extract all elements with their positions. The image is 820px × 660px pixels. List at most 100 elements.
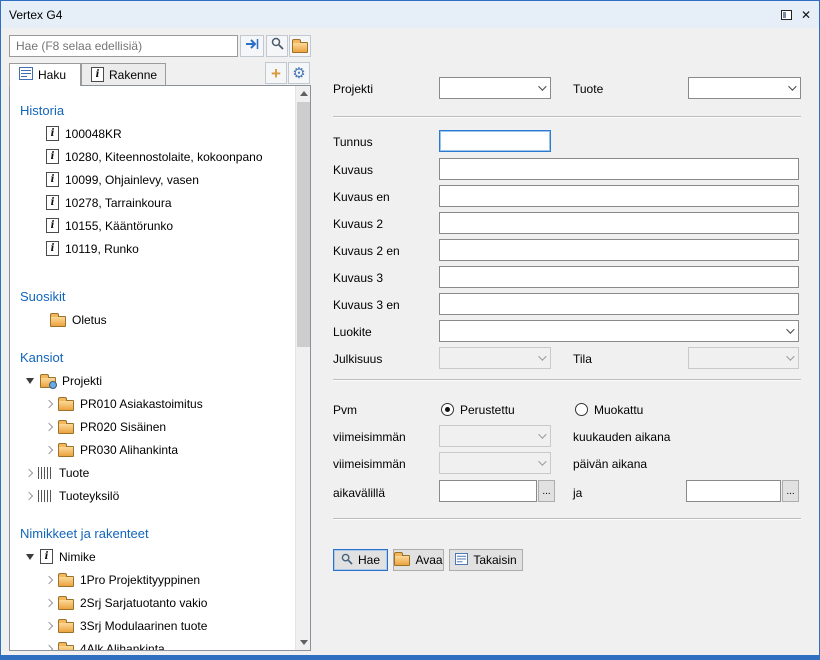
tree-item-projekti[interactable]: Projekti <box>10 369 295 392</box>
aikavalilla-start-browse-button[interactable]: ... <box>538 480 555 502</box>
dock-window-icon[interactable] <box>781 10 792 20</box>
projekti-combo[interactable] <box>439 77 551 99</box>
tree-item-history-2[interactable]: i 10099, Ohjainlevy, vasen <box>10 168 295 191</box>
tree-item-history-1[interactable]: i 10280, Kiteennostolaite, kokoonpano <box>10 145 295 168</box>
tree-item-2srj[interactable]: 2Srj Sarjatuotanto vakio <box>10 591 295 614</box>
scroll-down-arrow[interactable] <box>296 635 311 650</box>
aikavalilla-end-input[interactable] <box>686 480 781 502</box>
chevron-down-icon <box>538 82 546 90</box>
ja-label: ja <box>573 486 582 500</box>
tree-item-label: 1Pro Projektityyppinen <box>80 573 200 587</box>
chevron-down-icon <box>786 352 794 360</box>
expanded-arrow-icon[interactable] <box>26 554 34 560</box>
tila-combo[interactable] <box>688 347 799 369</box>
tree-item-4alk[interactable]: 4Alk Alihankinta <box>10 637 295 650</box>
tree-item-label: 10119, Runko <box>65 242 139 256</box>
folder-icon <box>58 423 74 434</box>
folder-icon <box>58 400 74 411</box>
tree-item-label: 2Srj Sarjatuotanto vakio <box>80 596 207 610</box>
collapsed-chevron-icon[interactable] <box>45 621 53 629</box>
go-arrow-icon <box>245 37 259 55</box>
list-form-icon <box>19 67 33 83</box>
collapsed-chevron-icon[interactable] <box>25 468 33 476</box>
tree-item-history-4[interactable]: i 10155, Kääntörunko <box>10 214 295 237</box>
search-input[interactable] <box>9 35 238 57</box>
folder-icon <box>58 622 74 633</box>
takaisin-button[interactable]: Takaisin <box>449 549 523 571</box>
collapsed-chevron-icon[interactable] <box>45 598 53 606</box>
close-icon[interactable]: ✕ <box>801 9 811 21</box>
tree-scrollbar[interactable] <box>295 86 310 650</box>
open-folder-button[interactable] <box>289 35 311 57</box>
tuote-combo[interactable] <box>688 77 801 99</box>
chevron-down-icon <box>538 352 546 360</box>
plus-icon: + <box>271 65 281 82</box>
viimeisimman-kuukausi-combo[interactable] <box>439 425 551 447</box>
folder-icon <box>394 555 410 566</box>
hae-button[interactable]: Hae <box>333 549 388 571</box>
barcode-icon <box>38 467 53 479</box>
title-bar-buttons: ✕ <box>781 9 811 21</box>
search-go-button[interactable] <box>240 35 264 57</box>
scroll-up-arrow[interactable] <box>296 86 311 101</box>
search-magnifier-button[interactable] <box>266 35 288 57</box>
chevron-down-icon <box>786 325 794 333</box>
tree-item-pr020[interactable]: PR020 Sisäinen <box>10 415 295 438</box>
tab-rakenne[interactable]: i Rakenne <box>81 63 166 86</box>
folder-icon <box>58 576 74 587</box>
kuvaus2-input[interactable] <box>439 212 799 234</box>
collapsed-chevron-icon[interactable] <box>45 399 53 407</box>
tila-label: Tila <box>573 352 592 366</box>
kuvaus-en-input[interactable] <box>439 185 799 207</box>
tab-haku[interactable]: Haku <box>9 63 81 86</box>
navigation-tree-panel: Historia i 100048KR i 10280, Kiteennosto… <box>9 85 311 651</box>
tree-item-history-0[interactable]: i 100048KR <box>10 122 295 145</box>
tree-item-3srj[interactable]: 3Srj Modulaarinen tuote <box>10 614 295 637</box>
collapsed-chevron-icon[interactable] <box>45 422 53 430</box>
tree-item-tuote[interactable]: Tuote <box>10 461 295 484</box>
collapsed-chevron-icon[interactable] <box>45 644 53 650</box>
add-tab-button[interactable]: + <box>265 62 287 84</box>
aikavalilla-label: aikavälillä <box>333 486 385 500</box>
kuvaus3-input[interactable] <box>439 266 799 288</box>
tree-item-history-5[interactable]: i 10119, Runko <box>10 237 295 260</box>
tree-item-history-3[interactable]: i 10278, Tarrainkoura <box>10 191 295 214</box>
tunnus-input[interactable] <box>439 130 551 152</box>
kuvaus-input[interactable] <box>439 158 799 180</box>
hae-button-label: Hae <box>358 553 380 567</box>
tree-item-label: 10099, Ohjainlevy, vasen <box>65 173 199 187</box>
tree-item-nimike[interactable]: i Nimike <box>10 545 295 568</box>
tree-item-pr010[interactable]: PR010 Asiakastoimitus <box>10 392 295 415</box>
kuvaus2-en-input[interactable] <box>439 239 799 261</box>
tree-section-kansiot: Kansiot <box>10 345 295 369</box>
aikavalilla-start-input[interactable] <box>439 480 537 502</box>
viimeisimman-paiva-combo[interactable] <box>439 452 551 474</box>
settings-button[interactable]: ⚙ <box>288 62 310 84</box>
info-document-icon: i <box>46 172 59 187</box>
expanded-arrow-icon[interactable] <box>26 378 34 384</box>
tree-item-label: PR030 Alihankinta <box>80 443 178 457</box>
muokattu-radio[interactable] <box>575 403 588 416</box>
avaa-button[interactable]: Avaa <box>393 549 444 571</box>
collapsed-chevron-icon[interactable] <box>45 445 53 453</box>
tree-section-historia: Historia <box>10 98 295 122</box>
kuvaus3-en-input[interactable] <box>439 293 799 315</box>
kuvaus-en-label: Kuvaus en <box>333 190 390 204</box>
tree-item-pr030[interactable]: PR030 Alihankinta <box>10 438 295 461</box>
info-document-icon: i <box>46 126 59 141</box>
tree-item-tuoteyksilo[interactable]: Tuoteyksilö <box>10 484 295 507</box>
collapsed-chevron-icon[interactable] <box>45 575 53 583</box>
collapsed-chevron-icon[interactable] <box>25 491 33 499</box>
luokite-combo[interactable] <box>439 320 799 342</box>
chevron-down-icon <box>788 82 796 90</box>
info-document-icon: i <box>46 241 59 256</box>
tree-section-suosikit: Suosikit <box>10 284 295 308</box>
tree-item-1pro[interactable]: 1Pro Projektityyppinen <box>10 568 295 591</box>
info-document-icon: i <box>46 149 59 164</box>
tree-item-oletus[interactable]: Oletus <box>10 308 295 331</box>
tree-item-label: Oletus <box>72 313 107 327</box>
julkisuus-combo[interactable] <box>439 347 551 369</box>
aikavalilla-end-browse-button[interactable]: ... <box>782 480 799 502</box>
scrollbar-thumb[interactable] <box>297 102 310 347</box>
perustettu-radio[interactable] <box>441 403 454 416</box>
